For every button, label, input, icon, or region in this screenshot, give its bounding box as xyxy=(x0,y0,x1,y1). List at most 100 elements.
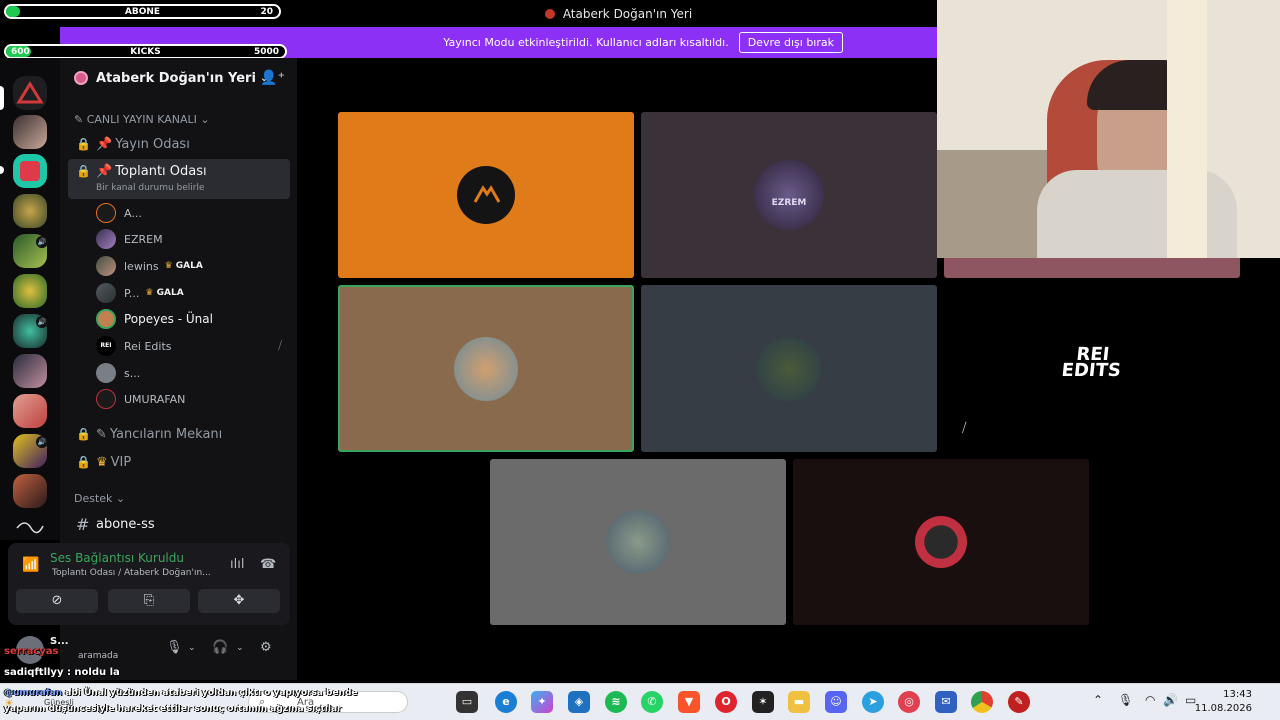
opera-icon[interactable]: O xyxy=(715,691,737,713)
chat-line: yaparım düşüncesiyle hareket ettiler son… xyxy=(4,704,342,714)
clock[interactable]: 13:43 11.08.2026 xyxy=(1195,688,1252,716)
server-icon[interactable] xyxy=(13,274,47,308)
chevron-down-icon: ⌄ xyxy=(200,113,210,126)
avatar xyxy=(457,166,515,224)
voice-user[interactable]: A... xyxy=(96,201,142,225)
kicks-goal-bar: 600 KICKS 5000 xyxy=(4,44,287,59)
server-logo-icon xyxy=(74,71,88,85)
settings-gear-icon[interactable]: ⚙ xyxy=(260,640,272,655)
signal-icon: 📶 xyxy=(22,557,40,573)
channel-status-hint[interactable]: Bir kanal durumu belirle xyxy=(96,183,205,193)
participant-tile[interactable] xyxy=(793,459,1089,625)
server-icon[interactable] xyxy=(13,354,47,388)
server-dot-icon xyxy=(544,8,555,19)
speaker-icon: 🔊 xyxy=(36,436,48,448)
telegram-icon[interactable]: ➤ xyxy=(862,691,884,713)
game-icon[interactable]: ✶ xyxy=(752,691,774,713)
microphone-icon[interactable]: 🎙 xyxy=(1118,693,1133,707)
server-icon[interactable] xyxy=(13,115,47,149)
channel-yancilarin-mekani[interactable]: 🔒 ✎ Yancıların Mekanı xyxy=(68,421,290,447)
spotify-icon[interactable]: ≋ xyxy=(605,691,627,713)
disable-streamer-mode-button[interactable]: Devre dışı bırak xyxy=(738,32,843,53)
voice-status[interactable]: Ses Bağlantısı Kuruldu xyxy=(50,551,184,565)
lock-icon: 🔒 xyxy=(76,455,91,469)
chevron-up-icon[interactable]: ⌃ xyxy=(1093,693,1103,707)
server-icon[interactable] xyxy=(13,514,47,538)
app-icon[interactable]: ✎ xyxy=(1008,691,1030,713)
server-icon-active[interactable] xyxy=(13,76,47,110)
headphones-icon[interactable]: 🎧 xyxy=(212,640,228,655)
server-icon[interactable] xyxy=(13,394,47,428)
opera-gx-icon[interactable]: ◎ xyxy=(898,691,920,713)
noise-suppression-icon[interactable]: ılıl xyxy=(230,557,244,572)
app-icon[interactable]: ◈ xyxy=(568,691,590,713)
lock-icon: 🔒 xyxy=(76,164,91,178)
kicks-label: KICKS xyxy=(130,46,161,57)
gala-badge: GALA xyxy=(145,288,184,298)
voice-user[interactable]: REI Rei Edits ⧸ xyxy=(96,334,296,358)
voice-user-speaking[interactable]: Popeyes - Ünal xyxy=(96,307,213,331)
server-name: Ataberk Doğan'ın Yeri xyxy=(96,70,256,86)
screen-share-button[interactable]: ⎘ xyxy=(108,589,190,613)
participant-tile[interactable]: REI EDITS ⧸ xyxy=(944,285,1240,452)
participant-tile[interactable] xyxy=(338,112,634,278)
brave-icon[interactable]: ▼ xyxy=(678,691,700,713)
channel-abone-ss[interactable]: # abone-ss xyxy=(68,511,290,537)
discord-icon[interactable]: ☺ xyxy=(825,691,847,713)
voice-user[interactable]: EZREM xyxy=(96,227,163,251)
voice-user[interactable]: lewins GALA xyxy=(96,254,203,278)
camera-off-icon: ⊘ xyxy=(51,593,63,608)
pushpin-icon: 📌 xyxy=(96,164,113,179)
participant-tile-speaking[interactable] xyxy=(338,285,634,452)
server-icon[interactable] xyxy=(13,154,47,188)
participant-tile[interactable]: EZREM xyxy=(641,112,937,278)
speaker-icon: 🔊 xyxy=(36,236,48,248)
chat-username: serracyas xyxy=(4,646,59,657)
chrome-icon[interactable] xyxy=(971,691,993,713)
pin-icon: ✎ xyxy=(74,113,84,126)
category-live[interactable]: ✎ CANLI YAYIN KANALI ⌄ xyxy=(74,113,210,126)
chevron-down-icon: ⌄ xyxy=(115,492,126,505)
edge-icon[interactable]: e xyxy=(495,691,517,713)
activities-button[interactable]: ✥ xyxy=(198,589,280,613)
pin-icon: ✎ xyxy=(96,426,107,442)
channel-yayin-odasi[interactable]: 🔒 📌 Yayın Odası xyxy=(68,131,290,157)
server-icon[interactable] xyxy=(13,194,47,228)
mic-muted-icon: ⧸ xyxy=(962,421,967,436)
camera-off-button[interactable]: ⊘ xyxy=(16,589,98,613)
voice-user[interactable]: UMURAFAN xyxy=(96,387,185,411)
task-view-icon[interactable]: ▭ xyxy=(456,691,478,713)
voice-user[interactable]: P... GALA xyxy=(96,281,184,305)
microphone-icon[interactable]: 🎙 xyxy=(166,640,183,655)
screen: Ataberk Doğan'ın Yeri Yayıncı Modu etkin… xyxy=(0,0,1280,720)
server-rail: 🔊 🔊 🔊 xyxy=(0,58,60,540)
voice-user[interactable]: s... xyxy=(96,361,140,385)
participant-tile[interactable] xyxy=(641,285,937,452)
volume-icon[interactable]: 🔊 xyxy=(1163,693,1178,707)
channel-toplanti-odasi[interactable]: 🔒 📌 Toplantı Odası Bir kanal durumu beli… xyxy=(68,159,290,199)
chevron-down-icon[interactable]: ⌄ xyxy=(236,643,244,653)
lock-icon: 🔒 xyxy=(76,427,91,441)
window-titlebar: Ataberk Doğan'ın Yeri xyxy=(300,0,937,27)
invite-people-icon[interactable]: 👤⁺ xyxy=(260,70,285,86)
hashtag-icon: # xyxy=(76,514,90,534)
copilot-icon[interactable]: ✦ xyxy=(531,691,553,713)
screen-share-icon: ⎘ xyxy=(143,593,155,608)
server-icon[interactable] xyxy=(13,474,47,508)
crown-icon: ♛ xyxy=(96,454,108,470)
gala-badge: GALA xyxy=(165,261,203,271)
abone-value: 20 xyxy=(260,6,273,17)
whatsapp-icon[interactable]: ✆ xyxy=(641,691,663,713)
file-explorer-icon[interactable]: ▬ xyxy=(788,691,810,713)
outlook-icon[interactable]: ✉ xyxy=(935,691,957,713)
channel-vip[interactable]: 🔒 ♛ VIP xyxy=(68,449,290,475)
participant-tile[interactable] xyxy=(490,459,786,625)
disconnect-icon[interactable]: ☎ xyxy=(260,557,276,572)
participant-tile-partial[interactable] xyxy=(944,258,1240,278)
wifi-icon[interactable]: ◠ xyxy=(1145,693,1155,707)
category-support[interactable]: Destek ⌄ xyxy=(74,492,125,505)
chevron-down-icon[interactable]: ⌄ xyxy=(188,643,196,653)
server-header[interactable]: Ataberk Doğan'ın Yeri ⌄ 👤⁺ xyxy=(60,58,297,98)
lock-icon: 🔒 xyxy=(76,137,91,151)
speaker-icon: 🔊 xyxy=(36,316,48,328)
